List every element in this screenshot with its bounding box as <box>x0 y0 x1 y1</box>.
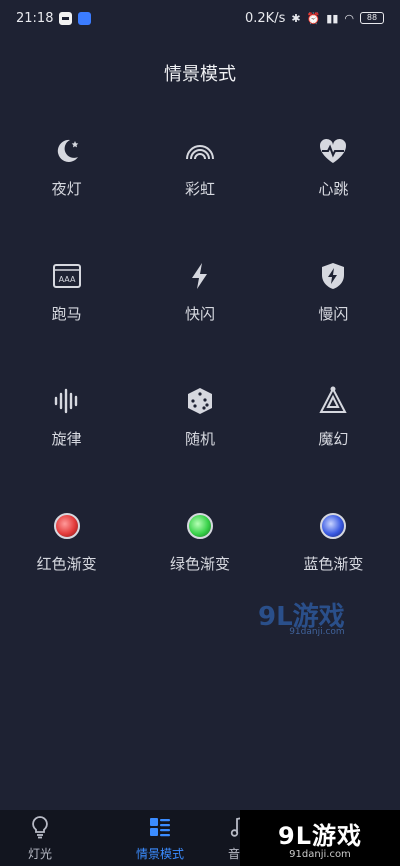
shield-lightning-icon <box>316 259 350 293</box>
status-bar: 21:18 0.2K/s ✱ ⏰ ▮▮ ◠ 88 <box>0 0 400 36</box>
mode-magic[interactable]: 魔幻 <box>267 370 400 495</box>
watermark-logo: 9L游戏 91danji.com <box>258 596 345 637</box>
nav-label: 灯光 <box>27 846 52 861</box>
svg-text:AAA: AAA <box>58 275 75 284</box>
alarm-icon: ⏰ <box>306 11 321 25</box>
moon-star-icon <box>50 134 84 168</box>
heartbeat-icon <box>316 134 350 168</box>
watermark-corner-site: 91danji.com <box>289 849 351 860</box>
mode-rainbow[interactable]: 彩虹 <box>133 120 266 245</box>
mode-label: 随机 <box>184 430 215 448</box>
watermark-corner: 9L游戏 91danji.com <box>240 810 400 866</box>
nav-tab-scene[interactable]: 情景模式 <box>120 810 200 866</box>
blue-gradient-dot-icon <box>316 509 350 543</box>
signal-icon: ▮▮ <box>326 11 339 25</box>
watermark-corner-brand: 9L游戏 <box>278 822 362 850</box>
mode-label: 红色渐变 <box>36 555 97 573</box>
mode-marquee[interactable]: AAA 跑马 <box>0 245 133 370</box>
mode-label: 快闪 <box>184 305 215 323</box>
mode-label: 旋律 <box>51 430 82 448</box>
mode-random[interactable]: 随机 <box>133 370 266 495</box>
bluetooth-icon: ✱ <box>291 11 301 25</box>
dice-icon <box>183 384 217 418</box>
mode-label: 跑马 <box>51 305 82 323</box>
mode-label: 蓝色渐变 <box>303 555 364 573</box>
notification-settings-icon <box>78 11 92 25</box>
scene-list-icon <box>148 815 172 843</box>
magic-triangle-icon <box>316 384 350 418</box>
mode-label: 魔幻 <box>318 430 349 448</box>
nav-tab-light[interactable]: 灯光 <box>0 810 80 866</box>
status-net-speed: 0.2K/s <box>245 10 286 26</box>
mode-fast-flash[interactable]: 快闪 <box>133 245 266 370</box>
red-gradient-dot-icon <box>50 509 84 543</box>
mode-label: 慢闪 <box>318 305 349 323</box>
mode-melody[interactable]: 旋律 <box>0 370 133 495</box>
mode-slow-flash[interactable]: 慢闪 <box>267 245 400 370</box>
mode-green-gradient[interactable]: 绿色渐变 <box>133 495 266 620</box>
mode-heartbeat[interactable]: 心跳 <box>267 120 400 245</box>
page-title: 情景模式 <box>164 64 236 85</box>
battery-icon: 88 <box>360 12 384 24</box>
notification-app-icon <box>59 11 73 25</box>
mode-label: 绿色渐变 <box>169 555 230 573</box>
status-left: 21:18 <box>16 10 92 26</box>
nav-label: 情景模式 <box>135 846 184 861</box>
status-right: 0.2K/s ✱ ⏰ ▮▮ ◠ 88 <box>245 11 384 26</box>
mode-grid: 夜灯 彩虹 心跳 AAA 跑马 快闪 慢闪 旋律 随机 魔幻 红色渐变 绿色渐变… <box>0 120 400 620</box>
rainbow-icon <box>183 134 217 168</box>
mode-label: 彩虹 <box>184 180 215 198</box>
mode-red-gradient[interactable]: 红色渐变 <box>0 495 133 620</box>
lightning-icon <box>183 259 217 293</box>
status-time: 21:18 <box>16 10 54 26</box>
marquee-icon: AAA <box>50 259 84 293</box>
wifi-icon: ◠ <box>344 11 354 25</box>
mode-night-light[interactable]: 夜灯 <box>0 120 133 245</box>
green-gradient-dot-icon <box>183 509 217 543</box>
mode-label: 夜灯 <box>51 180 82 198</box>
sound-wave-icon <box>50 384 84 418</box>
mode-label: 心跳 <box>318 180 349 198</box>
light-bulb-icon <box>28 815 52 843</box>
